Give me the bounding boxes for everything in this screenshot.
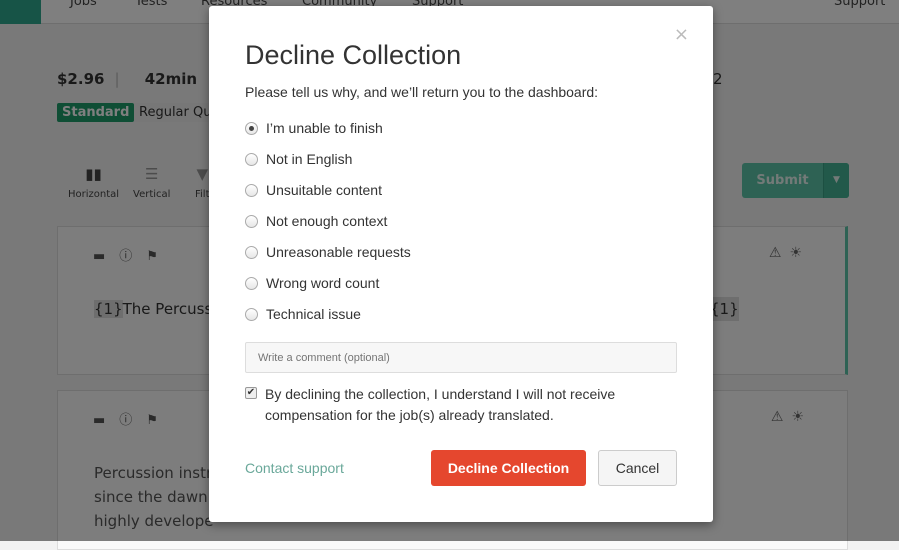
reason-label: Unreasonable requests <box>266 244 411 260</box>
comment-input[interactable] <box>245 342 677 373</box>
reason-option[interactable]: Not enough context <box>245 213 387 229</box>
reason-label: Wrong word count <box>266 275 380 291</box>
dialog-subtitle: Please tell us why, and we’ll return you… <box>245 84 599 100</box>
radio-button[interactable] <box>245 276 258 290</box>
decline-collection-button[interactable]: Decline Collection <box>431 450 586 486</box>
confirm-label: By declining the collection, I understan… <box>265 386 616 423</box>
reason-option[interactable]: Not in English <box>245 151 352 167</box>
reason-option[interactable]: Technical issue <box>245 306 361 322</box>
decline-collection-dialog: × Decline Collection Please tell us why,… <box>209 6 713 522</box>
radio-button[interactable] <box>245 183 258 197</box>
reason-label: I’m unable to finish <box>266 120 383 136</box>
reason-option[interactable]: Unsuitable content <box>245 182 382 198</box>
contact-support-link[interactable]: Contact support <box>245 460 344 476</box>
confirm-checkbox[interactable]: ✔ <box>245 387 257 399</box>
dialog-title: Decline Collection <box>245 40 462 70</box>
radio-button[interactable] <box>245 307 258 321</box>
radio-button[interactable] <box>245 245 258 259</box>
radio-button[interactable] <box>245 121 258 135</box>
reason-option[interactable]: I’m unable to finish <box>245 120 383 136</box>
radio-button[interactable] <box>245 152 258 166</box>
reason-option[interactable]: Unreasonable requests <box>245 244 411 260</box>
reason-label: Technical issue <box>266 306 361 322</box>
reason-label: Unsuitable content <box>266 182 382 198</box>
reason-label: Not enough context <box>266 213 388 229</box>
reason-option[interactable]: Wrong word count <box>245 275 379 291</box>
close-icon[interactable]: × <box>674 24 689 45</box>
reason-label: Not in English <box>266 151 353 167</box>
radio-button[interactable] <box>245 214 258 228</box>
cancel-button[interactable]: Cancel <box>598 450 677 486</box>
